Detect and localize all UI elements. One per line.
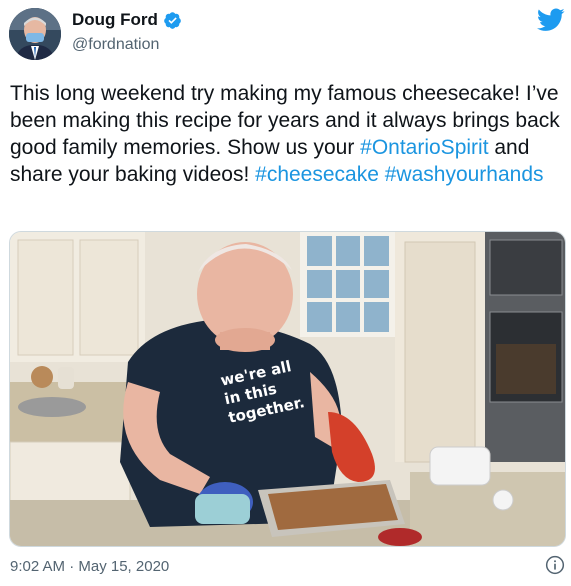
avatar[interactable] — [9, 8, 61, 60]
verified-badge-icon — [164, 11, 181, 29]
video-frame: we're all in this together. — [10, 232, 565, 546]
twitter-bird-icon[interactable] — [537, 8, 565, 32]
hashtag-ontariospirit[interactable]: #OntarioSpirit — [360, 136, 488, 159]
hashtag-cheesecake[interactable]: #cheesecake — [255, 163, 379, 186]
tweet-card: Doug Ford @fordnation This long weekend … — [0, 0, 571, 586]
author-name[interactable]: Doug Ford — [72, 10, 158, 30]
tweet-timestamp[interactable]: 9:02 AM · May 15, 2020 — [10, 558, 169, 575]
tweet-text: This long weekend try making my famous c… — [10, 80, 562, 188]
author-name-row[interactable]: Doug Ford — [72, 10, 182, 30]
tweet-video[interactable]: we're all in this together. — [9, 231, 566, 547]
hashtag-washyourhands[interactable]: #washyourhands — [385, 163, 544, 186]
author-handle[interactable]: @fordnation — [72, 36, 159, 54]
info-icon[interactable] — [545, 555, 565, 575]
